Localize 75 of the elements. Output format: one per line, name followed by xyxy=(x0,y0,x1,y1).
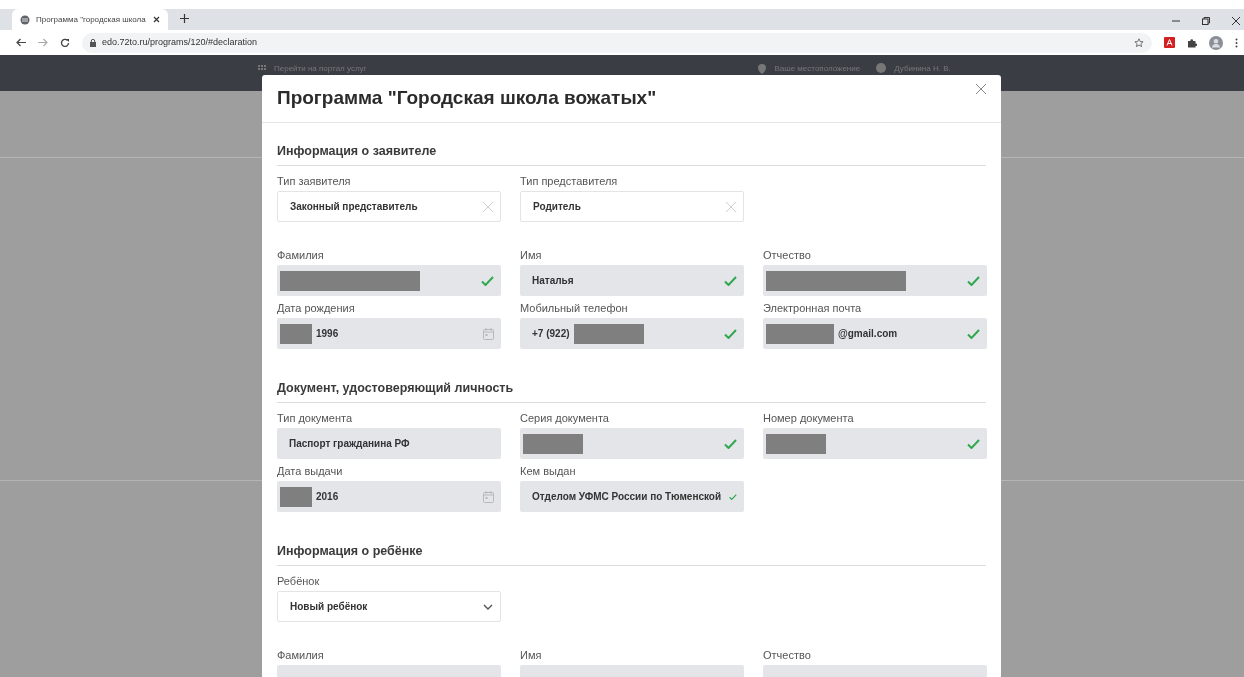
field-label: Мобильный телефон xyxy=(520,301,629,315)
redaction-bar xyxy=(573,323,644,344)
avatar-icon[interactable] xyxy=(1209,35,1223,50)
back-arrow-icon[interactable] xyxy=(16,38,26,47)
redaction-bar xyxy=(280,486,312,507)
star-icon[interactable] xyxy=(1134,37,1144,48)
field-label: Отчество xyxy=(763,248,812,262)
input-field[interactable] xyxy=(277,265,501,296)
pdf-extension-icon[interactable] xyxy=(1164,37,1175,48)
field-label: Тип заявителя xyxy=(277,174,352,188)
close-icon[interactable] xyxy=(1232,17,1240,25)
field-value: Наталья xyxy=(532,274,574,288)
chevron-down-icon[interactable] xyxy=(483,603,493,610)
browser-tab[interactable]: Программа "городская школа xyxy=(12,9,168,30)
field-label: Имя xyxy=(520,248,543,262)
section-heading: Информация о ребёнке xyxy=(277,543,986,566)
input-field[interactable]: 1996 xyxy=(277,318,501,349)
field-label: Фамилия xyxy=(277,248,325,262)
redaction-bar xyxy=(766,433,826,454)
input-field[interactable]: Отделом УФМС России по Тюменской xyxy=(520,481,744,512)
new-tab-icon[interactable] xyxy=(180,14,189,23)
field-label: Ребёнок xyxy=(277,574,321,588)
input-field[interactable]: Паспорт гражданина РФ xyxy=(277,428,501,459)
field-label: Отчество xyxy=(763,648,812,662)
field-label: Дата выдачи xyxy=(277,464,344,478)
input-field[interactable] xyxy=(520,428,744,459)
input-field[interactable]: +7 (922) xyxy=(520,318,744,349)
field-value: Отделом УФМС России по Тюменской xyxy=(532,490,722,504)
field-value: 2016 xyxy=(316,490,339,504)
globe-icon xyxy=(20,14,30,25)
section-heading: Информация о заявителе xyxy=(277,143,986,166)
input-field[interactable]: Законный представитель xyxy=(277,191,501,222)
field-label: Дата рождения xyxy=(277,301,356,315)
reload-icon[interactable] xyxy=(60,37,70,48)
restore-icon[interactable] xyxy=(1202,17,1210,25)
field-label: Тип документа xyxy=(277,411,354,425)
field-value: Законный представитель xyxy=(290,200,418,214)
input-field[interactable] xyxy=(763,265,987,296)
location-pin-icon xyxy=(758,64,767,74)
redaction-bar xyxy=(280,323,312,344)
input-field[interactable]: @gmail.com xyxy=(763,318,987,349)
field-label: Номер документа xyxy=(763,411,855,425)
input-field[interactable]: Наталья xyxy=(520,265,744,296)
close-icon[interactable] xyxy=(153,16,160,23)
field-label: Серия документа xyxy=(520,411,610,425)
section-heading: Документ, удостоверяющий личность xyxy=(277,380,986,403)
input-field[interactable] xyxy=(763,428,987,459)
forward-arrow-icon[interactable] xyxy=(38,38,48,47)
input-field[interactable]: 2016 xyxy=(277,481,501,512)
calendar-icon xyxy=(483,327,494,340)
grid-icon[interactable] xyxy=(258,65,266,73)
field-label: Фамилия xyxy=(277,648,325,662)
field-label: Тип представителя xyxy=(520,174,619,188)
field-label: Имя xyxy=(520,648,543,662)
tab-title: Программа "городская школа xyxy=(36,13,147,26)
user-icon xyxy=(876,63,887,73)
input-field[interactable]: Родитель xyxy=(520,191,744,222)
modal-title: Программа "Городская школа вожатых" xyxy=(277,86,657,110)
redaction-bar xyxy=(523,433,583,454)
lock-icon xyxy=(90,38,96,47)
field-value: 1996 xyxy=(316,327,339,341)
field-label: Электронная почта xyxy=(763,301,863,315)
field-value: Паспорт гражданина РФ xyxy=(289,437,410,451)
url-text: edo.72to.ru/programs/120/#declaration xyxy=(102,35,258,49)
dropdown[interactable]: Новый ребёнок xyxy=(277,591,501,622)
field-value: +7 (922) xyxy=(532,327,570,341)
field-value: @gmail.com xyxy=(838,327,898,341)
field-label: Кем выдан xyxy=(520,464,577,478)
puzzle-icon[interactable] xyxy=(1187,37,1197,48)
redaction-bar xyxy=(766,323,834,344)
calendar-icon xyxy=(483,490,494,503)
field-value: Новый ребёнок xyxy=(290,600,368,614)
field-value: Родитель xyxy=(533,200,581,214)
address-bar[interactable]: edo.72to.ru/programs/120/#declaration xyxy=(82,32,1152,53)
menu-icon[interactable] xyxy=(1235,37,1238,48)
